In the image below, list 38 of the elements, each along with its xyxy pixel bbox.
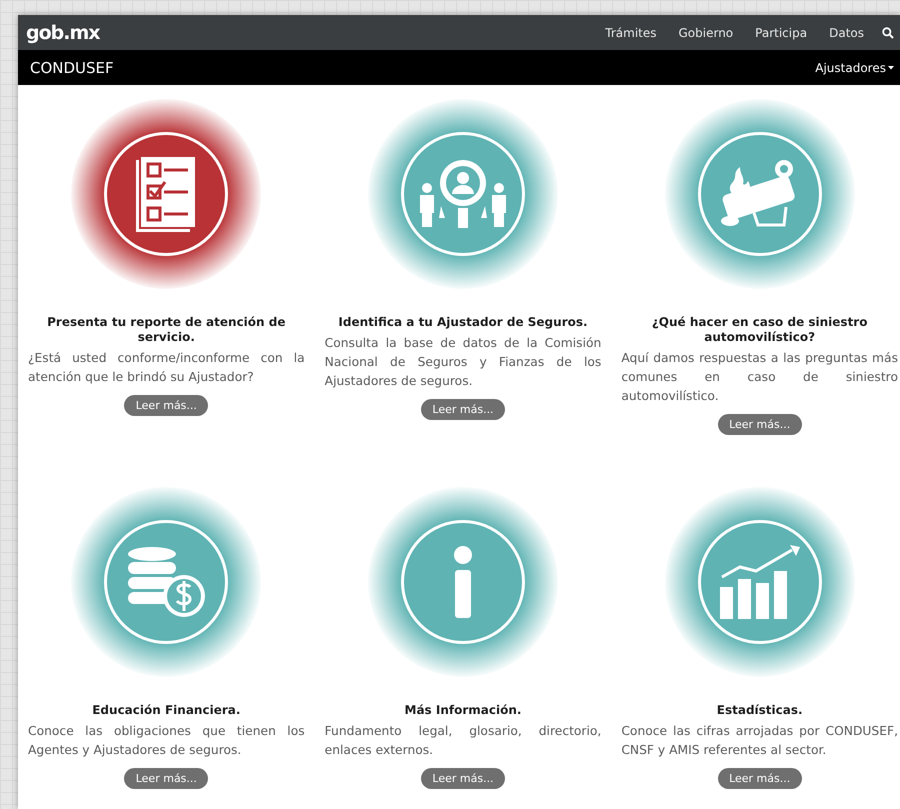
nav-link[interactable]: Trámites xyxy=(605,26,656,40)
card-description: ¿Está usted conforme/inconforme con la atención que le brindó su Ajustador? xyxy=(28,350,305,386)
card-description: Consulta la base de datos de la Comisión Nacional de Seguros y Fianzas de los Ajustadores de seguros. xyxy=(324,335,602,390)
card-description: Aquí damos respuestas a las preguntas más comunes en caso de siniestro automovilístico. xyxy=(621,350,898,405)
nav-link[interactable]: Gobierno xyxy=(678,26,734,40)
read-more-button[interactable]: Leer más... xyxy=(420,768,505,789)
card-title: ¿Qué hacer en caso de siniestro automovilístico? xyxy=(650,315,868,345)
logo[interactable]: gob.mx xyxy=(26,22,584,44)
read-more-button[interactable]: Leer más... xyxy=(124,395,208,416)
nav-link[interactable]: Participa xyxy=(755,26,808,40)
read-more-button[interactable]: Leer más... xyxy=(124,768,208,789)
site-title: CONDUSEF xyxy=(30,58,115,76)
checklist-icon xyxy=(136,156,196,232)
coins-icon xyxy=(126,546,206,618)
icon-circle[interactable] xyxy=(104,132,228,256)
card-title: Presenta tu reporte de atención de servicio. xyxy=(46,315,286,345)
read-more-button[interactable]: Leer más... xyxy=(718,768,802,789)
search-icon[interactable] xyxy=(882,26,894,38)
icon-circle[interactable] xyxy=(400,132,525,256)
card-title: Educación Financiera. xyxy=(92,703,240,718)
dropdown-menu[interactable]: Ajustadores xyxy=(815,60,894,74)
icon-circle[interactable] xyxy=(698,132,822,256)
icon-circle[interactable] xyxy=(400,520,525,644)
card-description: Fundamento legal, glosario, directorio, enlaces externos. xyxy=(324,723,602,759)
people-search-icon xyxy=(418,158,507,230)
nav-link[interactable]: Datos xyxy=(829,26,864,40)
card-title: Estadísticas. xyxy=(716,703,803,718)
read-more-button[interactable]: Leer más... xyxy=(718,414,802,435)
icon-circle[interactable] xyxy=(104,520,228,644)
info-icon xyxy=(452,546,473,618)
bar-chart-icon xyxy=(720,545,800,619)
caret-icon xyxy=(888,66,894,70)
card-description: Conoce las obligaciones que tienen los Agentes y Ajustadores de seguros. xyxy=(28,723,305,759)
card-title: Más Información. xyxy=(404,703,522,718)
icon-circle[interactable] xyxy=(698,520,822,644)
card-description: Conoce las cifras arrojadas por CONDUSEF, CNSF y AMIS referentes al sector. xyxy=(621,723,898,759)
read-more-button[interactable]: Leer más... xyxy=(420,399,505,420)
card-title: Identifica a tu Ajustador de Seguros. xyxy=(338,315,588,330)
